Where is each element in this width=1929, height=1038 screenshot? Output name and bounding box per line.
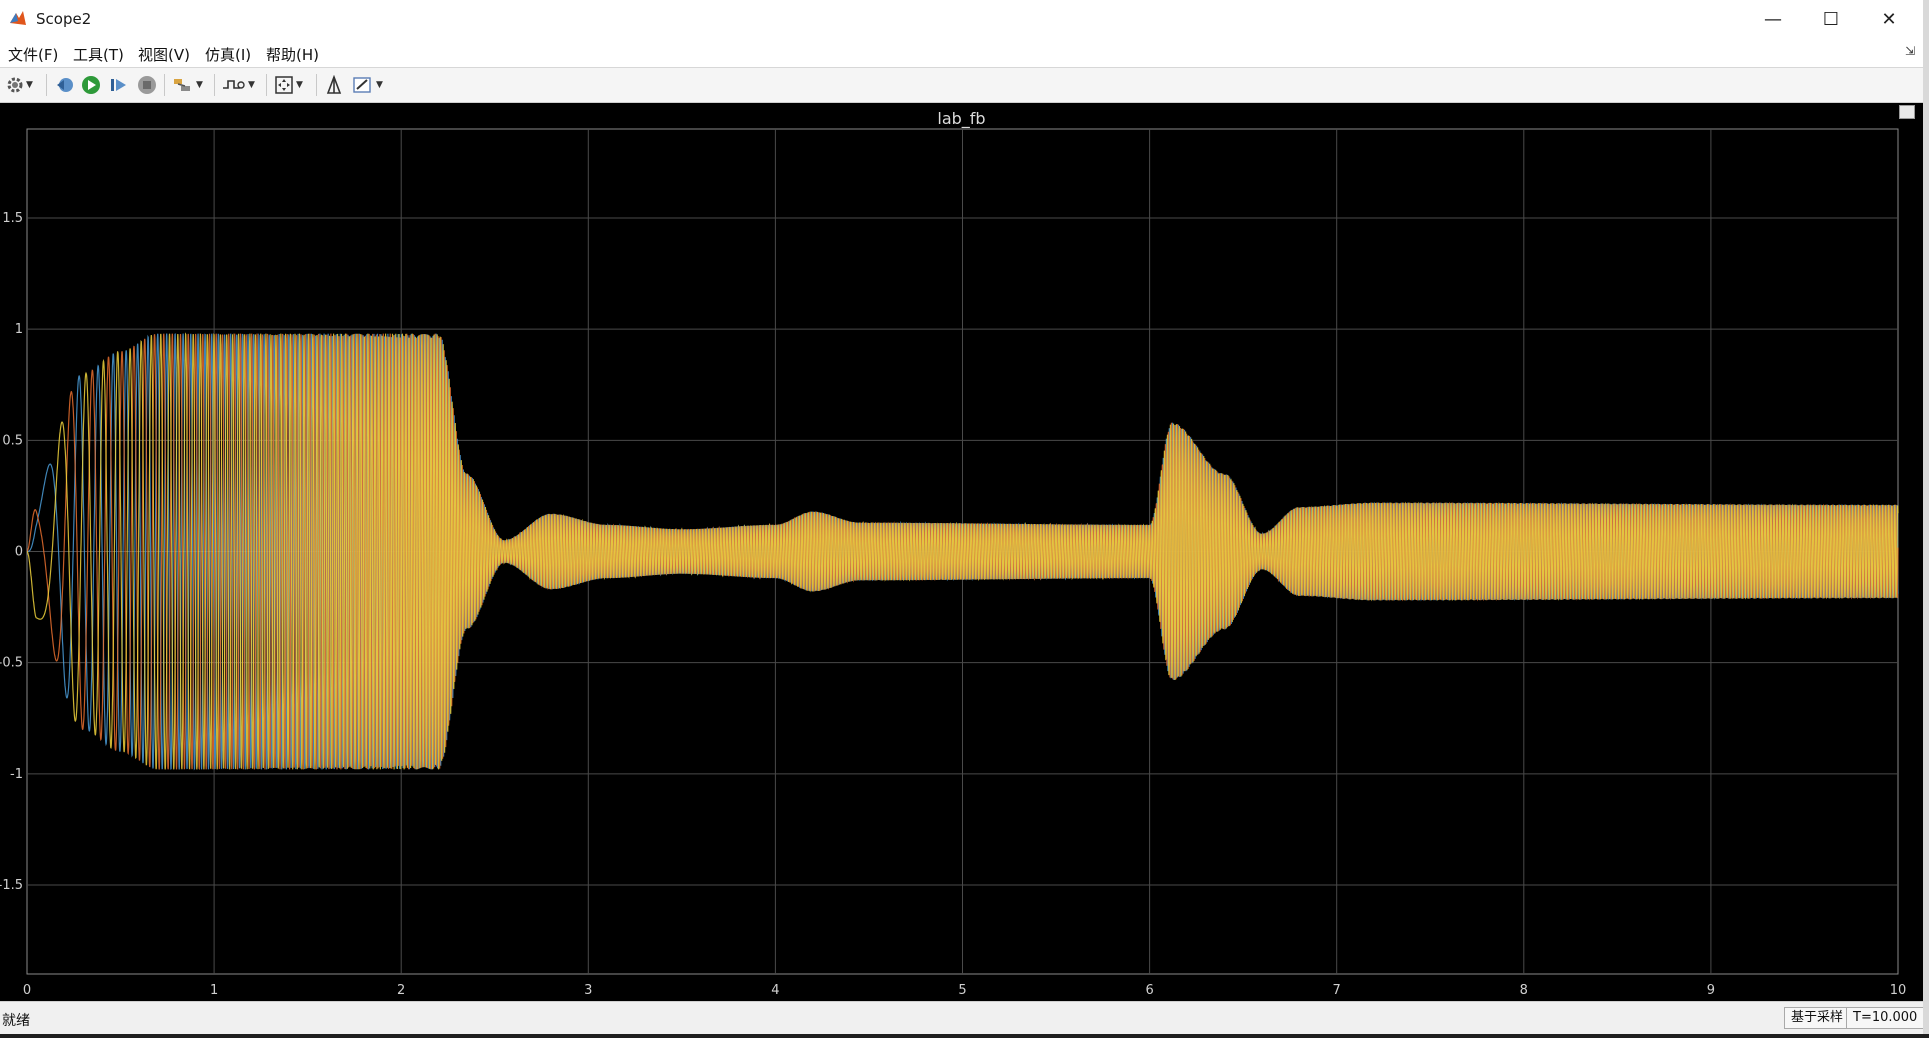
y-tick-label: -0.5 — [0, 656, 23, 671]
background-window-edge — [1923, 0, 1929, 1038]
simulation-time-field: T=10.000 — [1846, 1007, 1923, 1029]
sample-mode-field: 基于采样 — [1784, 1007, 1851, 1029]
y-tick-label: 0 — [15, 545, 23, 560]
status-text: 就绪 — [2, 1013, 30, 1029]
status-bar: 就绪 基于采样 T=10.000 — [0, 1001, 1923, 1034]
undock-icon[interactable]: ⇲ — [1905, 44, 1915, 58]
x-tick-label: 2 — [397, 983, 405, 998]
menu-file[interactable]: 文件(F) — [8, 44, 58, 65]
matlab-icon — [10, 11, 26, 25]
run-icon — [82, 76, 100, 94]
chevron-down-icon: ▼ — [26, 80, 33, 90]
zoom-extents-icon — [275, 76, 293, 94]
lock-axes-icon — [326, 75, 342, 94]
scope-title: lab_fb — [937, 109, 986, 128]
y-tick-label: 0.5 — [2, 433, 23, 448]
scope-display[interactable]: 0 1 2 3 4 5 6 7 8 9 10 -1.5 -1 -0.5 0 0.5 1 1.5 lab_fb — [0, 103, 1923, 1001]
x-tick-label: 8 — [1520, 983, 1528, 998]
window-title: Scope2 — [36, 10, 92, 28]
menu-bar: 文件(F) 工具(T) 视图(V) 仿真(I) 帮助(H) ⇲ — [0, 38, 1923, 68]
gear-icon — [7, 77, 23, 93]
scope-window: Scope2 — ☐ ✕ 文件(F) 工具(T) 视图(V) 仿真(I) 帮助(… — [0, 0, 1923, 1034]
step-back-icon — [57, 78, 73, 92]
title-bar: Scope2 — ☐ ✕ — [0, 0, 1923, 38]
chevron-down-icon: ▼ — [248, 80, 255, 90]
toolbar: ▼ ▼ ▼ ▼ ▼ — [0, 68, 1923, 103]
minimize-button[interactable]: — — [1744, 0, 1802, 38]
y-tick-label: -1.5 — [0, 878, 23, 893]
x-tick-label: 5 — [958, 983, 966, 998]
menu-view[interactable]: 视图(V) — [138, 44, 190, 65]
zoom-button[interactable]: ▼ — [274, 74, 303, 96]
scope-plot[interactable]: 0 1 2 3 4 5 6 7 8 9 10 -1.5 -1 -0.5 0 0.5 1 1.5 — [0, 103, 1923, 1001]
menu-help[interactable]: 帮助(H) — [266, 44, 319, 65]
x-tick-label: 1 — [210, 983, 218, 998]
maximize-button[interactable]: ☐ — [1802, 0, 1860, 38]
close-button[interactable]: ✕ — [1860, 0, 1918, 38]
x-tick-label: 7 — [1333, 983, 1341, 998]
step-forward-button[interactable] — [109, 74, 129, 96]
step-forward-icon — [111, 79, 126, 91]
x-tick-label: 0 — [23, 983, 31, 998]
y-tick-label: -1 — [10, 767, 23, 782]
y-tick-label: 1 — [15, 322, 23, 337]
taskbar-edge — [0, 1034, 1929, 1038]
step-back-button[interactable] — [54, 74, 74, 96]
x-tick-label: 9 — [1707, 983, 1715, 998]
run-button[interactable] — [81, 74, 101, 96]
chevron-down-icon: ▼ — [196, 80, 203, 90]
highlight-icon — [174, 79, 190, 91]
highlight-button[interactable]: ▼ — [172, 74, 203, 96]
lock-axes-button[interactable] — [324, 74, 344, 96]
settings-button[interactable]: ▼ — [6, 74, 33, 96]
chevron-down-icon: ▼ — [296, 80, 303, 90]
style-icon — [353, 77, 371, 93]
triggers-icon — [223, 80, 245, 89]
menu-simulation[interactable]: 仿真(I) — [205, 44, 251, 65]
stop-button[interactable] — [137, 74, 157, 96]
chevron-down-icon: ▼ — [376, 80, 383, 90]
dock-icon[interactable] — [1899, 105, 1915, 119]
x-tick-label: 4 — [771, 983, 779, 998]
x-tick-label: 3 — [584, 983, 592, 998]
stop-icon — [138, 76, 156, 94]
x-tick-label: 10 — [1890, 983, 1907, 998]
triggers-button[interactable]: ▼ — [222, 74, 255, 96]
x-tick-label: 6 — [1145, 983, 1153, 998]
style-button[interactable]: ▼ — [352, 74, 383, 96]
menu-tools[interactable]: 工具(T) — [73, 44, 124, 65]
y-tick-label: 1.5 — [2, 211, 23, 226]
